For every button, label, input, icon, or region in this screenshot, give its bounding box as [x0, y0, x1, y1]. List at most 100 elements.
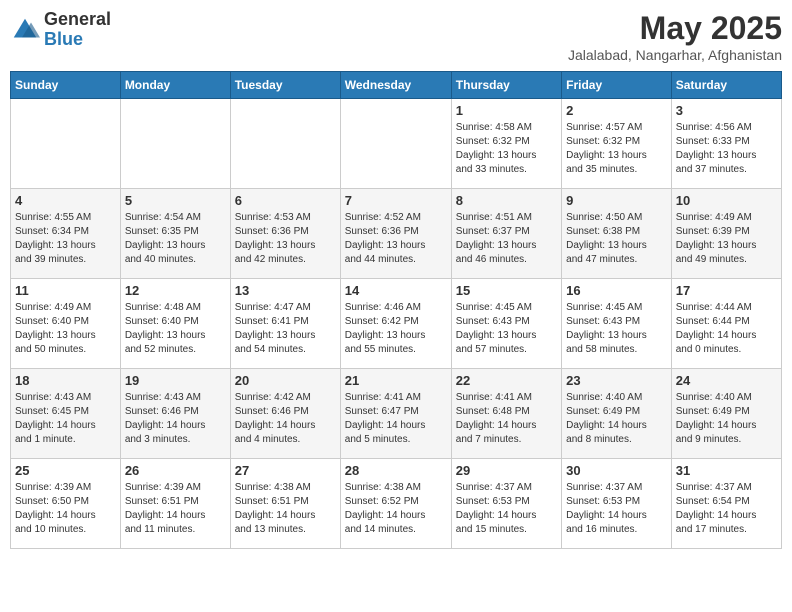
calendar-cell	[11, 99, 121, 189]
calendar-cell: 15 Sunrise: 4:45 AM Sunset: 6:43 PM Dayli…	[451, 279, 561, 369]
day-number: 31	[676, 463, 777, 478]
day-info: Sunrise: 4:56 AM Sunset: 6:33 PM Dayligh…	[676, 121, 777, 177]
day-info: Sunrise: 4:57 AM Sunset: 6:32 PM Dayligh…	[566, 121, 667, 177]
day-info: Sunrise: 4:40 AM Sunset: 6:49 PM Dayligh…	[676, 391, 777, 447]
calendar-table: SundayMondayTuesdayWednesdayThursdayFrid…	[10, 71, 782, 549]
calendar-cell: 19 Sunrise: 4:43 AM Sunset: 6:46 PM Dayli…	[120, 369, 230, 459]
page-header: General Blue May 2025 Jalalabad, Nangarh…	[10, 10, 782, 63]
logo-icon	[10, 15, 40, 45]
calendar-cell: 4 Sunrise: 4:55 AM Sunset: 6:34 PM Daylig…	[11, 189, 121, 279]
day-number: 17	[676, 283, 777, 298]
calendar-cell: 28 Sunrise: 4:38 AM Sunset: 6:52 PM Dayli…	[340, 459, 451, 549]
logo-blue-text: Blue	[44, 29, 83, 49]
day-number: 11	[15, 283, 116, 298]
calendar-cell: 6 Sunrise: 4:53 AM Sunset: 6:36 PM Daylig…	[230, 189, 340, 279]
calendar-week-2: 4 Sunrise: 4:55 AM Sunset: 6:34 PM Daylig…	[11, 189, 782, 279]
calendar-cell: 14Sunrise: 4:46 AM Sunset: 6:42 PM Dayli…	[340, 279, 451, 369]
calendar-cell: 26Sunrise: 4:39 AM Sunset: 6:51 PM Dayli…	[120, 459, 230, 549]
day-number: 30	[566, 463, 667, 478]
calendar-cell: 3 Sunrise: 4:56 AM Sunset: 6:33 PM Daylig…	[671, 99, 781, 189]
day-info: Sunrise: 4:53 AM Sunset: 6:36 PM Dayligh…	[235, 211, 336, 267]
calendar-cell: 21Sunrise: 4:41 AM Sunset: 6:47 PM Dayli…	[340, 369, 451, 459]
day-info: Sunrise: 4:54 AM Sunset: 6:35 PM Dayligh…	[125, 211, 226, 267]
calendar-cell: 24Sunrise: 4:40 AM Sunset: 6:49 PM Dayli…	[671, 369, 781, 459]
day-info: Sunrise: 4:45 AM Sunset: 6:43 PM Dayligh…	[566, 301, 667, 357]
calendar-cell: 20 Sunrise: 4:42 AM Sunset: 6:46 PM Dayli…	[230, 369, 340, 459]
day-info: Sunrise: 4:55 AM Sunset: 6:34 PM Dayligh…	[15, 211, 116, 267]
logo: General Blue	[10, 10, 111, 50]
day-header-thursday: Thursday	[451, 72, 561, 99]
day-number: 1	[456, 103, 557, 118]
day-info: Sunrise: 4:39 AM Sunset: 6:51 PM Dayligh…	[125, 481, 226, 537]
day-number: 25	[15, 463, 116, 478]
day-info: Sunrise: 4:41 AM Sunset: 6:48 PM Dayligh…	[456, 391, 557, 447]
day-info: Sunrise: 4:37 AM Sunset: 6:53 PM Dayligh…	[566, 481, 667, 537]
calendar-cell	[120, 99, 230, 189]
day-info: Sunrise: 4:43 AM Sunset: 6:45 PM Dayligh…	[15, 391, 116, 447]
day-number: 8	[456, 193, 557, 208]
day-header-saturday: Saturday	[671, 72, 781, 99]
calendar-cell: 10 Sunrise: 4:49 AM Sunset: 6:39 PM Dayli…	[671, 189, 781, 279]
day-info: Sunrise: 4:45 AM Sunset: 6:43 PM Dayligh…	[456, 301, 557, 357]
calendar-cell: 29Sunrise: 4:37 AM Sunset: 6:53 PM Dayli…	[451, 459, 561, 549]
day-info: Sunrise: 4:37 AM Sunset: 6:54 PM Dayligh…	[676, 481, 777, 537]
day-number: 22	[456, 373, 557, 388]
day-info: Sunrise: 4:50 AM Sunset: 6:38 PM Dayligh…	[566, 211, 667, 267]
day-number: 12	[125, 283, 226, 298]
day-header-monday: Monday	[120, 72, 230, 99]
day-info: Sunrise: 4:47 AM Sunset: 6:41 PM Dayligh…	[235, 301, 336, 357]
calendar-cell: 22 Sunrise: 4:41 AM Sunset: 6:48 PM Dayli…	[451, 369, 561, 459]
day-number: 21	[345, 373, 447, 388]
day-info: Sunrise: 4:43 AM Sunset: 6:46 PM Dayligh…	[125, 391, 226, 447]
calendar-cell: 16Sunrise: 4:45 AM Sunset: 6:43 PM Dayli…	[562, 279, 672, 369]
calendar-cell: 23Sunrise: 4:40 AM Sunset: 6:49 PM Dayli…	[562, 369, 672, 459]
location-text: Jalalabad, Nangarhar, Afghanistan	[568, 47, 782, 63]
calendar-week-5: 25 Sunrise: 4:39 AM Sunset: 6:50 PM Dayli…	[11, 459, 782, 549]
calendar-header-row: SundayMondayTuesdayWednesdayThursdayFrid…	[11, 72, 782, 99]
day-number: 20	[235, 373, 336, 388]
calendar-cell: 11Sunrise: 4:49 AM Sunset: 6:40 PM Dayli…	[11, 279, 121, 369]
calendar-week-4: 18 Sunrise: 4:43 AM Sunset: 6:45 PM Dayli…	[11, 369, 782, 459]
day-number: 7	[345, 193, 447, 208]
calendar-cell: 25 Sunrise: 4:39 AM Sunset: 6:50 PM Dayli…	[11, 459, 121, 549]
day-info: Sunrise: 4:38 AM Sunset: 6:51 PM Dayligh…	[235, 481, 336, 537]
day-info: Sunrise: 4:58 AM Sunset: 6:32 PM Dayligh…	[456, 121, 557, 177]
calendar-cell	[230, 99, 340, 189]
day-number: 3	[676, 103, 777, 118]
day-info: Sunrise: 4:42 AM Sunset: 6:46 PM Dayligh…	[235, 391, 336, 447]
calendar-cell: 18 Sunrise: 4:43 AM Sunset: 6:45 PM Dayli…	[11, 369, 121, 459]
day-number: 19	[125, 373, 226, 388]
calendar-cell: 2Sunrise: 4:57 AM Sunset: 6:32 PM Daylig…	[562, 99, 672, 189]
day-info: Sunrise: 4:39 AM Sunset: 6:50 PM Dayligh…	[15, 481, 116, 537]
calendar-cell: 7Sunrise: 4:52 AM Sunset: 6:36 PM Daylig…	[340, 189, 451, 279]
calendar-cell: 17 Sunrise: 4:44 AM Sunset: 6:44 PM Dayli…	[671, 279, 781, 369]
day-number: 27	[235, 463, 336, 478]
calendar-cell: 8Sunrise: 4:51 AM Sunset: 6:37 PM Daylig…	[451, 189, 561, 279]
day-number: 15	[456, 283, 557, 298]
calendar-cell: 12 Sunrise: 4:48 AM Sunset: 6:40 PM Dayli…	[120, 279, 230, 369]
calendar-cell	[340, 99, 451, 189]
calendar-cell: 30 Sunrise: 4:37 AM Sunset: 6:53 PM Dayli…	[562, 459, 672, 549]
day-info: Sunrise: 4:44 AM Sunset: 6:44 PM Dayligh…	[676, 301, 777, 357]
day-number: 18	[15, 373, 116, 388]
calendar-cell: 5Sunrise: 4:54 AM Sunset: 6:35 PM Daylig…	[120, 189, 230, 279]
day-info: Sunrise: 4:49 AM Sunset: 6:39 PM Dayligh…	[676, 211, 777, 267]
day-info: Sunrise: 4:48 AM Sunset: 6:40 PM Dayligh…	[125, 301, 226, 357]
logo-general-text: General	[44, 9, 111, 29]
day-number: 23	[566, 373, 667, 388]
calendar-week-3: 11Sunrise: 4:49 AM Sunset: 6:40 PM Dayli…	[11, 279, 782, 369]
calendar-cell: 1 Sunrise: 4:58 AM Sunset: 6:32 PM Daylig…	[451, 99, 561, 189]
day-number: 28	[345, 463, 447, 478]
day-number: 6	[235, 193, 336, 208]
day-number: 29	[456, 463, 557, 478]
calendar-week-1: 1 Sunrise: 4:58 AM Sunset: 6:32 PM Daylig…	[11, 99, 782, 189]
day-number: 13	[235, 283, 336, 298]
calendar-cell: 9Sunrise: 4:50 AM Sunset: 6:38 PM Daylig…	[562, 189, 672, 279]
day-header-friday: Friday	[562, 72, 672, 99]
day-number: 4	[15, 193, 116, 208]
logo-text: General Blue	[44, 10, 111, 50]
day-number: 10	[676, 193, 777, 208]
day-header-wednesday: Wednesday	[340, 72, 451, 99]
day-header-tuesday: Tuesday	[230, 72, 340, 99]
day-info: Sunrise: 4:38 AM Sunset: 6:52 PM Dayligh…	[345, 481, 447, 537]
